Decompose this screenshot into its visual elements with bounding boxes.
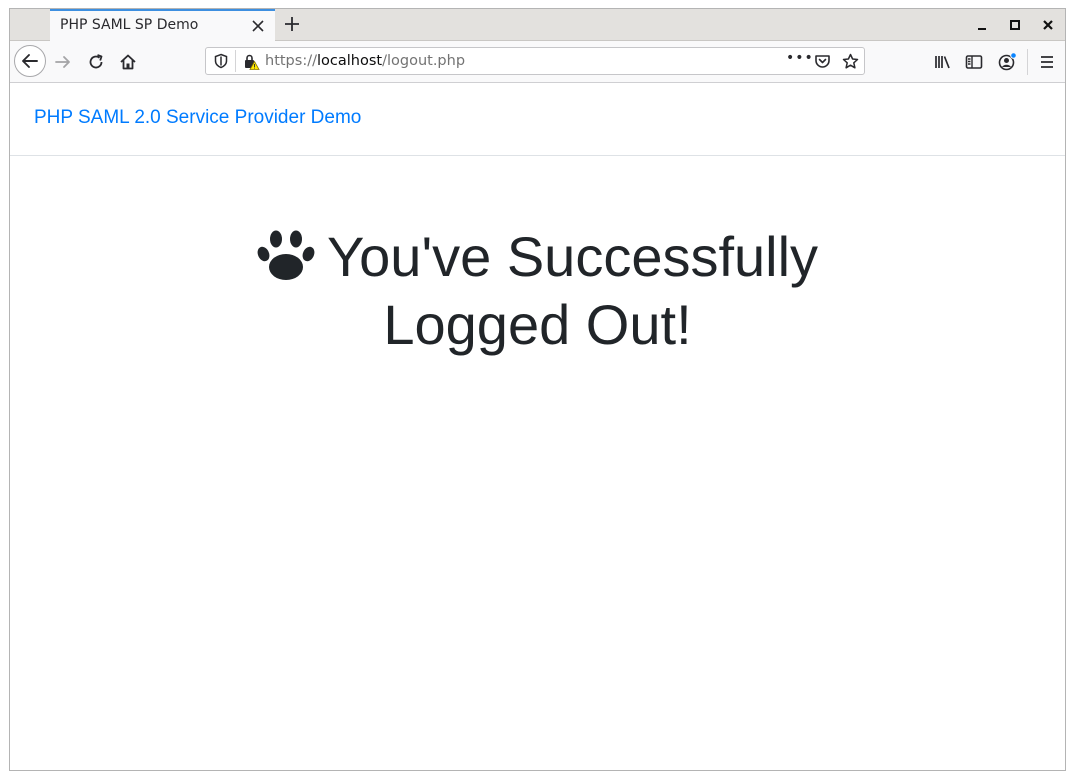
url-host: localhost (316, 53, 383, 69)
url-scheme: https:// (265, 53, 317, 69)
close-window-icon[interactable] (1041, 18, 1055, 32)
page-actions-more-icon[interactable]: ••• (786, 50, 814, 66)
hamburger-menu-icon[interactable] (1038, 53, 1056, 71)
close-tab-icon[interactable] (251, 19, 265, 33)
url-text[interactable]: https://localhost/logout.php (265, 53, 465, 69)
navigation-toolbar: https://localhost/logout.php ••• (10, 41, 1065, 83)
account-icon[interactable] (997, 52, 1017, 72)
library-icon[interactable] (934, 53, 952, 71)
browser-window: PHP SAML SP Demo https://localhost/logou… (9, 8, 1066, 771)
tab-title: PHP SAML SP Demo (60, 17, 199, 33)
heading-inner: You've Successfully Logged Out! (158, 223, 918, 359)
reload-icon[interactable] (87, 53, 105, 71)
new-tab-icon[interactable] (284, 16, 300, 32)
tab-strip: PHP SAML SP Demo (10, 9, 1065, 41)
url-path: /logout.php (382, 53, 466, 69)
home-icon[interactable] (119, 53, 137, 71)
maximize-icon[interactable] (1008, 18, 1022, 32)
insecure-lock-warning-icon[interactable] (242, 53, 260, 71)
url-bar[interactable]: https://localhost/logout.php ••• (205, 47, 865, 75)
paw-icon (257, 230, 315, 282)
pocket-icon[interactable] (814, 53, 831, 70)
minimize-icon[interactable] (975, 18, 989, 32)
bookmark-star-icon[interactable] (842, 53, 859, 70)
page-heading: You've Successfully Logged Out! (326, 225, 819, 356)
logout-message: You've Successfully Logged Out! (10, 223, 1065, 359)
site-navbar: PHP SAML 2.0 Service Provider Demo (10, 83, 1065, 156)
forward-icon[interactable] (54, 53, 72, 71)
url-separator (235, 50, 236, 72)
sidebar-icon[interactable] (965, 53, 983, 71)
tracking-protection-shield-icon[interactable] (213, 53, 229, 69)
toolbar-separator (1027, 49, 1028, 75)
navbar-brand-link[interactable]: PHP SAML 2.0 Service Provider Demo (34, 107, 361, 129)
back-button[interactable] (14, 45, 46, 77)
page-content: PHP SAML 2.0 Service Provider Demo You'v… (10, 83, 1065, 770)
tab-php-saml-sp-demo[interactable]: PHP SAML SP Demo (50, 9, 275, 41)
